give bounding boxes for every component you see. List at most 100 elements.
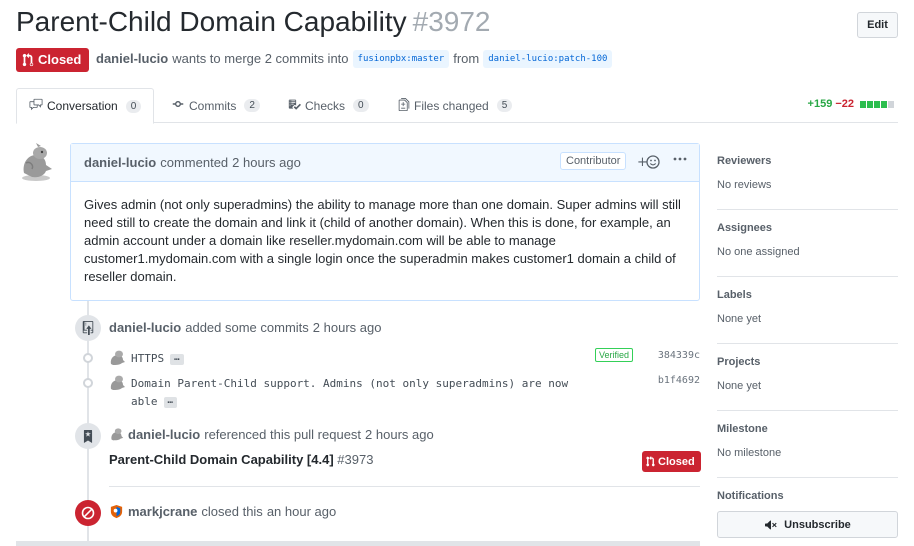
edit-button[interactable]: Edit [857,12,898,38]
sidebar-reviewers[interactable]: Reviewers No reviews [717,143,898,210]
tab-checks[interactable]: Checks 0 [288,88,369,123]
tab-counter: 0 [125,99,142,113]
commit-author-avatar[interactable] [108,349,126,367]
tab-label: Checks [305,98,346,113]
pr-meta: daniel-lucio wants to merge 2 commits in… [96,50,613,68]
commit-sha[interactable]: 384339c [658,350,700,361]
commit-message-text[interactable]: Domain Parent-Child support. Admins (not… [131,377,568,408]
event-author[interactable]: markjcrane [128,504,197,519]
pr-title: Parent-Child Domain Capability [16,6,407,37]
pr-author-link[interactable]: daniel-lucio [96,50,168,68]
tab-commits[interactable]: Commits 2 [171,88,260,123]
tab-conversation[interactable]: Conversation 0 [16,88,155,124]
unsubscribe-label[interactable]: Unsubscribe [784,519,851,531]
sidebar-section-title: Notifications [717,490,784,502]
commit-message-text[interactable]: HTTPS [131,352,164,365]
comment-time[interactable]: 2 hours ago [232,155,301,170]
event-action: closed this [201,504,263,519]
commit-message[interactable]: HTTPS … [131,350,581,368]
event-time[interactable]: 2 hours ago [365,427,434,442]
divider [109,486,700,487]
pr-state-badge: Closed [16,48,90,72]
comment-author[interactable]: daniel-lucio [84,155,156,170]
pr-description-comment: daniel-lucio commented 2 hours ago Contr… [70,143,700,301]
tab-files-changed[interactable]: Files changed 5 [398,88,513,123]
sidebar-section-value: No milestone [717,447,782,459]
event-author[interactable]: daniel-lucio [109,320,181,335]
sidebar-labels[interactable]: Labels None yet [717,277,898,344]
sidebar-section-value: No reviews [717,179,772,191]
sidebar-assignees[interactable]: Assignees No one assigned [717,210,898,277]
verified-badge[interactable]: Verified [595,348,634,362]
event-time[interactable]: an hour ago [267,504,336,519]
kebab-horizontal-icon[interactable] [673,152,687,169]
base-branch[interactable]: fusionpbx:master [352,50,450,68]
referenced-pr-state-label: Closed [658,455,695,468]
event-time[interactable]: 2 hours ago [313,320,382,335]
comment-discussion-icon [29,98,43,114]
tab-label: Files changed [414,98,489,113]
file-diff-icon [398,97,410,114]
diffstat: +159 −22 [808,98,894,110]
pull-request-icon [22,53,34,67]
timeline-bottom-divider [16,541,700,546]
sidebar-section-value: No one assigned [717,246,800,258]
expand-commit-button[interactable]: … [163,396,177,408]
diffstat-blocks [860,100,894,108]
event-author[interactable]: daniel-lucio [128,427,200,442]
bookmark-icon [75,423,101,449]
referenced-pr-state-badge: Closed [642,451,701,472]
tab-label: Commits [189,98,237,113]
sidebar-projects[interactable]: Projects None yet [717,344,898,411]
commit-message[interactable]: Domain Parent-Child support. Admins (not… [131,375,581,411]
closer-avatar[interactable] [109,504,124,519]
commit-dot-icon [83,353,93,363]
merge-text: wants to merge 2 commits into [172,51,349,66]
mute-icon [765,520,777,529]
sidebar-section-title[interactable]: Milestone [717,423,768,435]
comment-action: commented [160,155,229,170]
diffstat-additions: +159 [807,98,833,110]
reference-event: daniel-lucio referenced this pull reques… [109,427,434,442]
head-branch[interactable]: daniel-lucio:patch-100 [483,50,613,68]
repo-push-icon [75,315,101,341]
pr-state-label: Closed [38,52,82,67]
commits-event: daniel-lucio added some commits 2 hours … [109,320,381,335]
pr-tabs: Conversation 0 Commits 2 Checks 0 Files … [16,88,898,124]
from-text: from [453,51,480,66]
referenced-pr-number[interactable]: #3973 [337,452,373,467]
tab-label: Conversation [47,99,118,113]
commit-author-avatar[interactable] [108,374,126,392]
sidebar-section-title[interactable]: Labels [717,289,752,301]
commit-sha[interactable]: b1f4692 [658,375,700,386]
referenced-pr-title[interactable]: Parent-Child Domain Capability [4.4] [109,452,334,467]
add-reaction-icon[interactable]: + [637,154,661,173]
circle-slash-icon [75,500,101,526]
diffstat-deletions: −22 [835,98,854,110]
pr-number: #3972 [412,6,491,37]
reference-author-avatar[interactable] [109,427,124,442]
svg-text:+: + [637,155,648,170]
sidebar-section-title[interactable]: Projects [717,356,760,368]
commit-row: HTTPS … Verified 384339c [80,348,700,369]
author-avatar[interactable] [16,143,56,183]
sidebar-section-value: None yet [717,380,762,392]
referenced-pr-link[interactable]: Parent-Child Domain Capability [4.4] #39… [109,452,373,467]
sidebar-section-value: None yet [717,313,762,325]
comment-body: Gives admin (not only superadmins) the a… [84,197,681,284]
sidebar-section-title[interactable]: Assignees [717,222,772,234]
commit-icon [171,98,185,113]
pr-title-heading: Parent-Child Domain Capability #3972 [16,4,491,40]
event-action: referenced this pull request [204,427,362,442]
commit-dot-icon [83,378,93,388]
pull-request-icon [646,456,655,467]
expand-commit-button[interactable]: … [170,353,184,365]
close-event: markjcrane closed this an hour ago [109,504,336,519]
tab-counter: 5 [496,99,513,112]
unsubscribe-button[interactable]: Unsubscribe [717,511,898,538]
checklist-icon [288,98,301,114]
sidebar-section-title[interactable]: Reviewers [717,155,771,167]
sidebar-milestone[interactable]: Milestone No milestone [717,411,898,478]
tab-counter: 2 [244,99,260,112]
contributor-badge: Contributor [560,152,627,170]
